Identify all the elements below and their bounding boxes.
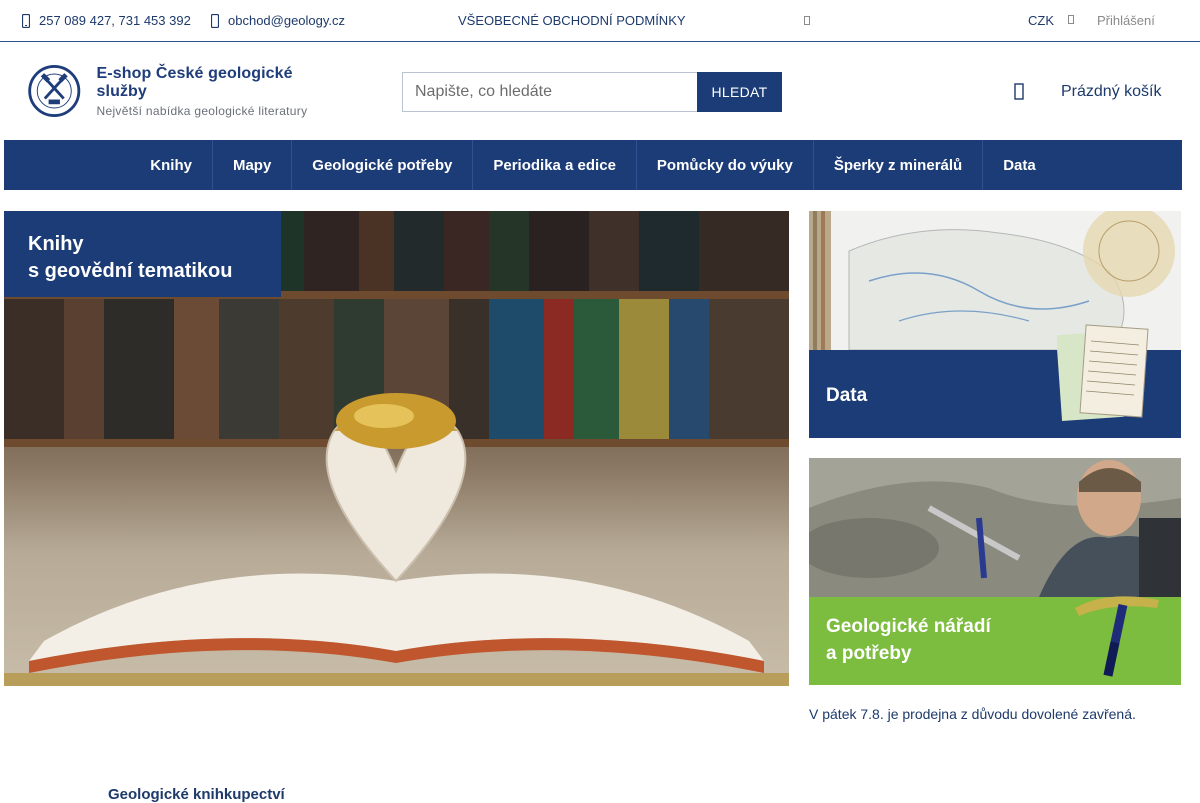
banner-tools-label: Geologické nářadí a potřeby xyxy=(826,613,991,667)
banner-data-label: Data xyxy=(826,385,868,406)
cart-label: Prázdný košík xyxy=(1061,83,1162,100)
search-button[interactable]: HLEDAT xyxy=(697,72,782,112)
nav-item-pomucky[interactable]: Pomůcky do výuky xyxy=(637,140,814,190)
nav-item-knihy[interactable]: Knihy xyxy=(130,140,213,190)
site-logo[interactable]: E-shop České geologické služby Největší … xyxy=(24,63,334,119)
email-address: obchod@geology.cz xyxy=(228,13,346,28)
phone-number: 257 089 427, 731 453 392 xyxy=(39,13,191,28)
hero-tag-line2: s geovědní tematikou xyxy=(28,260,233,282)
info-icon[interactable] xyxy=(804,0,810,41)
banner-tools-line1: Geologické nářadí xyxy=(826,616,991,637)
hero-category-tag: Knihy s geovědní tematikou xyxy=(4,211,281,297)
banner-tools-line2: a potřeby xyxy=(826,643,912,664)
phone-icon xyxy=(22,13,30,28)
currency-label: CZK xyxy=(1028,13,1054,28)
geologist-photo xyxy=(809,458,1181,597)
store-closure-notice: V pátek 7.8. je prodejna z důvodu dovole… xyxy=(809,706,1136,722)
chevron-down-icon xyxy=(1068,15,1074,26)
open-book-illustration xyxy=(4,393,789,686)
nav-item-periodika[interactable]: Periodika a edice xyxy=(473,140,637,190)
top-bar: 257 089 427, 731 453 392 obchod@geology.… xyxy=(0,0,1200,42)
search-form: HLEDAT xyxy=(402,72,782,112)
banner-tools[interactable]: Geologické nářadí a potřeby xyxy=(809,458,1181,685)
hero-banner-books[interactable]: Knihy s geovědní tematikou xyxy=(4,211,789,686)
login-link[interactable]: Přihlášení xyxy=(1097,0,1155,41)
main-navigation: Knihy Mapy Geologické potřeby Periodika … xyxy=(4,140,1182,190)
cart-icon xyxy=(1014,83,1024,100)
banner-data[interactable]: Data xyxy=(809,211,1181,438)
nav-item-mapy[interactable]: Mapy xyxy=(213,140,293,190)
nav-item-data[interactable]: Data xyxy=(983,140,1056,190)
mail-icon xyxy=(211,13,219,28)
bookstore-heading: Geologické knihkupectví xyxy=(108,786,285,803)
phone-contact[interactable]: 257 089 427, 731 453 392 xyxy=(22,0,191,41)
data-sheet-illustration xyxy=(1057,324,1149,422)
email-contact[interactable]: obchod@geology.cz xyxy=(211,0,345,41)
nav-item-geologicke-potreby[interactable]: Geologické potřeby xyxy=(292,140,474,190)
cart-link[interactable]: Prázdný košík xyxy=(1012,78,1161,106)
geology-seal-logo xyxy=(28,64,81,118)
currency-selector[interactable]: CZK xyxy=(1028,0,1074,41)
search-input[interactable] xyxy=(402,72,697,112)
logo-subtitle: Největší nabídka geologické literatury xyxy=(96,103,308,118)
hero-tag-line1: Knihy xyxy=(28,233,84,255)
logo-title: E-shop České geologické služby xyxy=(96,64,293,100)
rock-hammer-illustration xyxy=(1075,596,1159,677)
terms-link[interactable]: VŠEOBECNÉ OBCHODNÍ PODMÍNKY xyxy=(458,0,686,41)
nav-item-sperky[interactable]: Šperky z minerálů xyxy=(814,140,984,190)
